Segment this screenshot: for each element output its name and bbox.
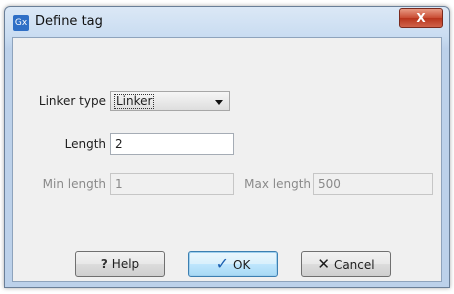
help-button-label: Help <box>111 257 140 271</box>
cancel-button[interactable]: ✕ Cancel <box>301 251 391 277</box>
close-icon: ✕ <box>317 255 330 273</box>
dialog-title: Define tag <box>35 14 103 29</box>
length-label: Length <box>64 137 106 151</box>
linker-type-selected-value: Linker <box>114 94 155 109</box>
chevron-down-icon <box>215 100 223 105</box>
cancel-button-label: Cancel <box>333 258 375 272</box>
length-input[interactable]: 2 <box>110 133 234 155</box>
app-icon: Gx <box>13 15 29 31</box>
ok-button[interactable]: ✓ OK <box>188 251 278 277</box>
linker-type-dropdown[interactable]: Linker <box>110 91 230 111</box>
help-button[interactable]: ? Help <box>75 251 165 277</box>
close-button[interactable]: X <box>399 8 443 28</box>
dialog-content: Linker type Linker Length 2 Min length 1… <box>12 37 442 282</box>
define-tag-dialog: Gx Define tag X Linker type Linker Lengt… <box>4 6 450 288</box>
max-length-label: Max length <box>244 177 311 191</box>
title-bar[interactable]: Gx Define tag X <box>5 7 449 37</box>
help-icon: ? <box>100 257 108 271</box>
ok-button-label: OK <box>233 258 251 272</box>
linker-type-label: Linker type <box>38 94 106 108</box>
check-icon: ✓ <box>215 254 230 273</box>
min-length-label: Min length <box>42 177 106 191</box>
close-icon: X <box>416 11 426 25</box>
min-length-input[interactable]: 1 <box>110 173 234 195</box>
max-length-input[interactable]: 500 <box>313 173 433 195</box>
